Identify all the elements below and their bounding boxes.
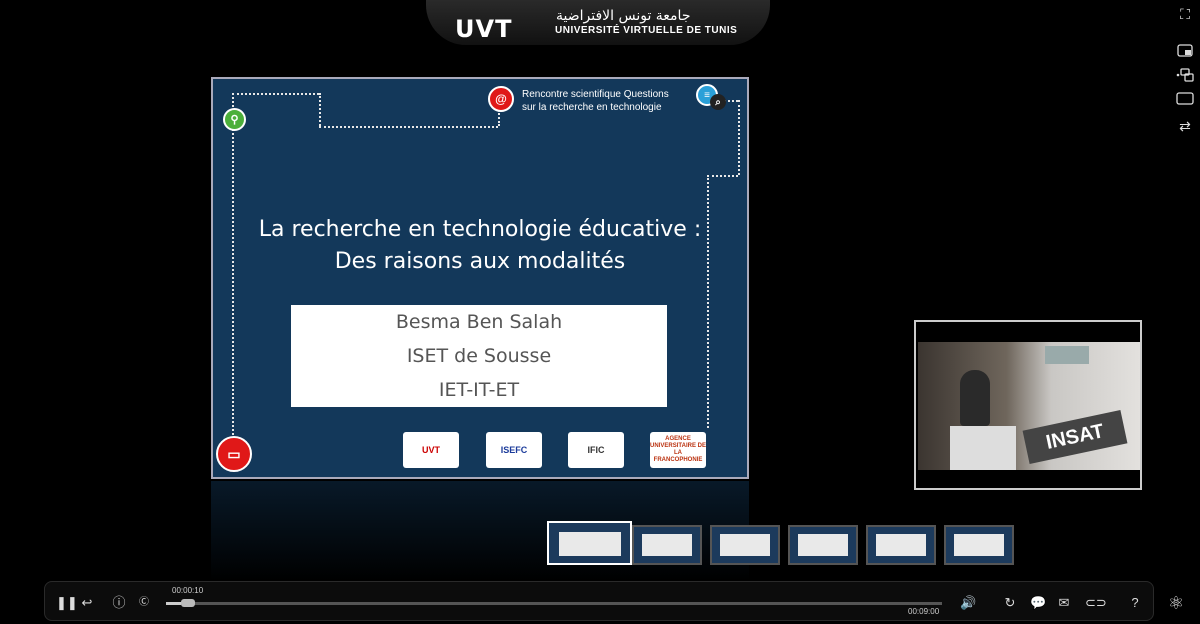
- key-icon: ⚲: [223, 108, 246, 131]
- swap-icon[interactable]: ⇄: [1176, 118, 1194, 134]
- author-name: Besma Ben Salah: [395, 311, 563, 333]
- layout-icon[interactable]: [1176, 68, 1194, 84]
- progress-track[interactable]: [166, 602, 942, 605]
- speaker: [960, 370, 990, 426]
- picture-in-picture-icon[interactable]: [1176, 44, 1194, 60]
- slide-border-line: [707, 175, 709, 428]
- slide-border-line: [707, 175, 738, 177]
- projection-screen: [1045, 346, 1089, 364]
- player-control-bar: [44, 581, 1154, 621]
- slide-thumbnail[interactable]: [710, 525, 780, 565]
- volume-icon[interactable]: 🔊: [960, 594, 976, 612]
- total-time: 00:09:00: [908, 607, 940, 616]
- presentation-slide: [211, 77, 749, 479]
- closed-captions-icon[interactable]: Ⓒ: [137, 594, 151, 612]
- mail-icon[interactable]: ✉: [1057, 594, 1071, 612]
- slide-top-note: Rencontre scientifique Questions sur la …: [522, 88, 692, 114]
- comment-icon[interactable]: 💬: [1030, 594, 1046, 612]
- screen-icon: ▭: [216, 436, 252, 472]
- uvt-logo-text: UVT: [455, 15, 513, 43]
- university-french-name: UNIVERSITÉ VIRTUELLE DE TUNIS: [555, 25, 738, 36]
- partner-logo-uvt: UVT: [403, 432, 459, 468]
- slide-title-line: La recherche en technologie éducative :: [258, 217, 702, 242]
- author-department: IET-IT-ET: [438, 379, 520, 401]
- back-icon[interactable]: ↩: [80, 594, 94, 612]
- slide-thumbnail[interactable]: [547, 521, 632, 565]
- slide-border-line: [319, 126, 498, 128]
- author-institution: ISET de Sousse: [406, 345, 552, 367]
- help-icon[interactable]: ?: [1128, 594, 1142, 612]
- slide-thumbnail[interactable]: [944, 525, 1014, 565]
- partner-logo-ific: IFIC: [568, 432, 624, 468]
- slide-top-note-line: sur la recherche en technologie: [522, 102, 662, 113]
- progress-fill: [166, 602, 181, 605]
- fullscreen-icon[interactable]: ⛶: [1176, 6, 1194, 22]
- slide-border-line: [738, 100, 740, 175]
- university-arabic-name: جامعة تونس الافتراضية: [556, 8, 691, 24]
- slide-thumbnail[interactable]: [866, 525, 936, 565]
- slide-top-note-line: Rencontre scientifique Questions: [522, 89, 669, 100]
- email-icon: @: [488, 86, 514, 112]
- author-box: Besma Ben Salah ISET de Sousse IET-IT-ET: [291, 305, 667, 407]
- podium: [950, 426, 1016, 470]
- info-icon[interactable]: ⓘ: [112, 594, 126, 612]
- slide-border-line: [319, 93, 321, 126]
- slide-thumbnail[interactable]: [788, 525, 858, 565]
- zoom-icon[interactable]: ⌕: [710, 94, 726, 110]
- pause-icon[interactable]: ❚❚: [56, 594, 78, 612]
- settings-icon[interactable]: ⚛: [1168, 594, 1184, 612]
- replay-icon[interactable]: ↻: [1003, 594, 1017, 612]
- partner-logo-isefc: ISEFC: [486, 432, 542, 468]
- current-time: 00:00:10: [172, 586, 204, 595]
- link-icon[interactable]: ⊂⊃: [1085, 594, 1107, 612]
- slide-title: La recherche en technologie éducative : …: [211, 214, 749, 278]
- partner-logo-auf: AGENCE UNIVERSITAIRE DE LA FRANCOPHONIE: [650, 432, 706, 468]
- screen-icon[interactable]: [1176, 92, 1194, 108]
- slide-border-line: [232, 93, 319, 95]
- progress-handle[interactable]: [181, 599, 195, 607]
- slide-title-line: Des raisons aux modalités: [334, 249, 626, 274]
- slide-thumbnail[interactable]: [632, 525, 702, 565]
